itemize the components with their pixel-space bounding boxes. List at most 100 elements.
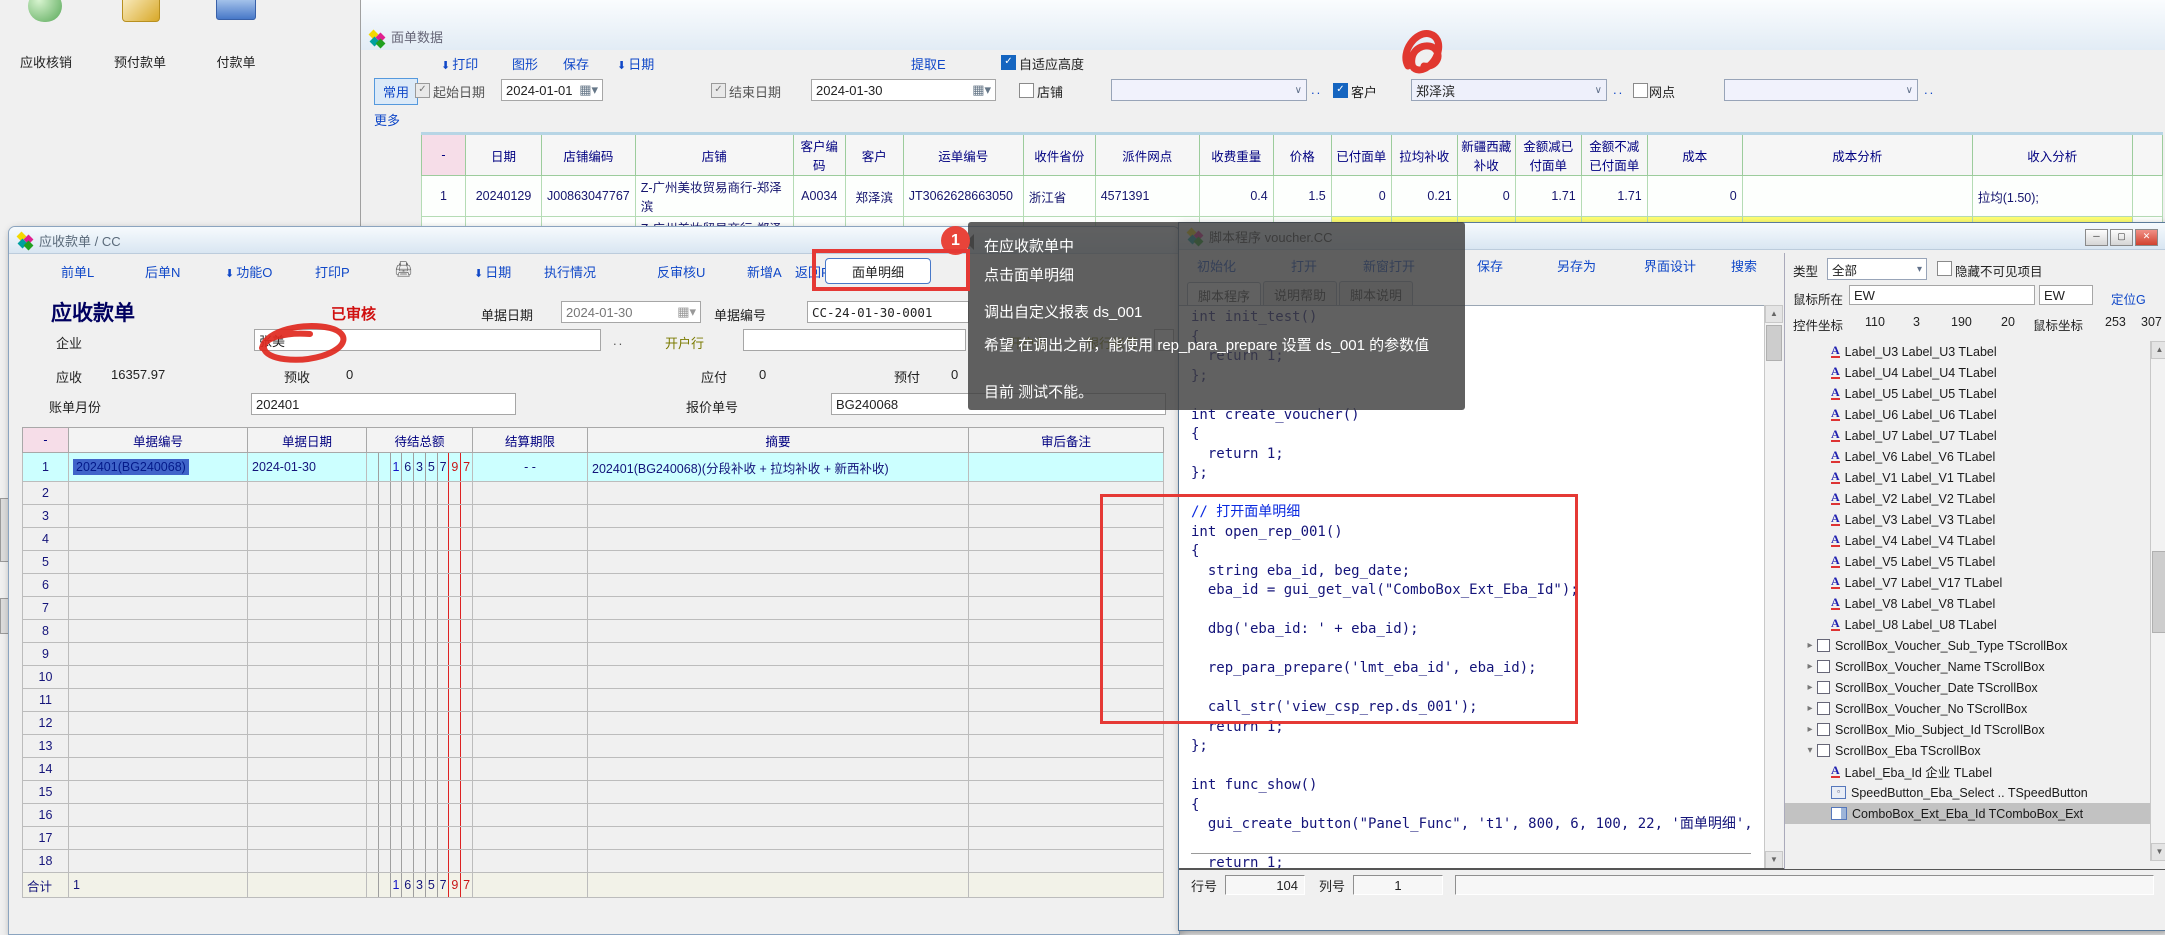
cell[interactable] [69, 505, 248, 528]
column-header[interactable] [2132, 134, 2162, 176]
cell[interactable]: 8 [23, 620, 69, 643]
table-row[interactable]: 120240129J00863047767Z-广州美妆贸易商行-郑泽滨A0034… [422, 176, 2163, 217]
cell[interactable] [69, 597, 248, 620]
cell[interactable] [69, 528, 248, 551]
cell[interactable] [473, 850, 588, 873]
cell[interactable] [248, 850, 367, 873]
outlet-checkbox[interactable] [1633, 83, 1648, 98]
column-header[interactable]: 单据编号 [69, 428, 248, 453]
amount-ledger-cell[interactable] [367, 505, 473, 528]
graph-button[interactable]: 图形 [512, 54, 538, 73]
tree-item[interactable]: ALabel_V3 Label_V3 TLabel [1785, 509, 2150, 530]
table-row[interactable]: 10 [23, 666, 1164, 689]
mouse-at-input-2[interactable]: EW [2039, 285, 2093, 305]
cell[interactable]: Z-广州美妆贸易商行-郑泽滨 [635, 176, 793, 217]
tree-item[interactable]: ALabel_V1 Label_V1 TLabel [1785, 467, 2150, 488]
cell[interactable] [473, 482, 588, 505]
prev-doc-button[interactable]: 前单L [61, 262, 94, 281]
column-header[interactable]: 结算期限 [473, 428, 588, 453]
cell[interactable]: 0 [1331, 176, 1391, 217]
cell[interactable]: 11 [23, 689, 69, 712]
cell[interactable] [69, 781, 248, 804]
column-header[interactable]: 客户编码 [793, 134, 845, 176]
cell[interactable] [248, 712, 367, 735]
outlet-combo[interactable]: ∨ [1724, 79, 1918, 101]
cell[interactable]: JT3062628663050 [903, 176, 1023, 217]
amount-ledger-cell[interactable] [367, 827, 473, 850]
cell[interactable]: 4 [23, 528, 69, 551]
cell[interactable] [248, 551, 367, 574]
tree-item[interactable]: ALabel_U4 Label_U4 TLabel [1785, 362, 2150, 383]
cell[interactable]: 1 [422, 176, 466, 217]
tree-item[interactable]: ▸ScrollBox_Voucher_Date TScrollBox [1785, 677, 2150, 698]
cell[interactable] [69, 482, 248, 505]
column-header[interactable]: 待结总额 [367, 428, 473, 453]
column-header[interactable]: 新疆西藏补收 [1457, 134, 1515, 176]
column-header[interactable]: - [422, 134, 466, 176]
amount-ledger-cell[interactable] [367, 551, 473, 574]
table-row[interactable]: 1202401(BG240068)2024-01-301635797- -202… [23, 453, 1164, 482]
column-header[interactable]: 收入分析 [1972, 134, 2132, 176]
table-row[interactable]: 15 [23, 781, 1164, 804]
amount-ledger-cell[interactable] [367, 712, 473, 735]
column-header[interactable]: 金额减已付面单 [1515, 134, 1581, 176]
save-button[interactable]: 保存 [1477, 256, 1503, 275]
cell[interactable]: - - [473, 453, 588, 482]
cell[interactable] [969, 850, 1164, 873]
print-button[interactable]: ⬇打印 [441, 54, 478, 73]
column-header[interactable]: 金额不减已付面单 [1581, 134, 1647, 176]
cell[interactable]: 拉均(1.50); [1972, 176, 2132, 217]
cell[interactable] [588, 597, 969, 620]
tree-item[interactable]: ALabel_V6 Label_V6 TLabel [1785, 446, 2150, 467]
shop-checkbox[interactable] [1019, 83, 1034, 98]
column-header[interactable]: 价格 [1273, 134, 1331, 176]
desktop-icon-label[interactable]: 预付款单 [100, 52, 180, 71]
cell[interactable]: 10 [23, 666, 69, 689]
cell[interactable] [473, 712, 588, 735]
cell[interactable]: 合计 [23, 873, 69, 898]
desktop-icon-label[interactable]: 应收核销 [6, 52, 86, 71]
next-doc-button[interactable]: 后单N [145, 262, 180, 281]
cell[interactable]: 17 [23, 827, 69, 850]
tree-item[interactable]: ComboBox_Ext_Eba_Id TComboBox_Ext [1785, 803, 2150, 824]
date-menu-button[interactable]: ⬇日期 [474, 262, 511, 281]
cell[interactable] [473, 528, 588, 551]
table-row[interactable]: 7 [23, 597, 1164, 620]
tree-item[interactable]: ALabel_U5 Label_U5 TLabel [1785, 383, 2150, 404]
month-input[interactable]: 202401 [251, 393, 516, 415]
cell[interactable] [69, 689, 248, 712]
cell[interactable] [588, 643, 969, 666]
column-header[interactable]: - [23, 428, 69, 453]
doc-date-input[interactable]: 2024-01-30▦▾ [561, 301, 701, 323]
cell[interactable]: 9 [23, 643, 69, 666]
cell[interactable] [69, 827, 248, 850]
column-header[interactable]: 拉均补收 [1391, 134, 1457, 176]
save-as-button[interactable]: 另存为 [1557, 256, 1596, 275]
amount-ledger-cell[interactable] [367, 528, 473, 551]
cell[interactable] [248, 735, 367, 758]
column-header[interactable]: 成本 [1647, 134, 1742, 176]
expand-icon[interactable]: ▸ [1803, 682, 1817, 693]
cell[interactable] [969, 758, 1164, 781]
maximize-button[interactable]: ▢ [2110, 229, 2133, 246]
cell[interactable] [69, 735, 248, 758]
table-row[interactable]: 13 [23, 735, 1164, 758]
column-header[interactable]: 收费重量 [1199, 134, 1273, 176]
amount-ledger-cell[interactable] [367, 597, 473, 620]
tree-item[interactable]: ALabel_V4 Label_V4 TLabel [1785, 530, 2150, 551]
cell[interactable] [969, 735, 1164, 758]
cell[interactable] [69, 643, 248, 666]
cell[interactable] [248, 827, 367, 850]
amount-ledger-cell[interactable] [367, 643, 473, 666]
cell[interactable]: 13 [23, 735, 69, 758]
cell[interactable] [473, 551, 588, 574]
amount-ledger-cell[interactable]: 1635797 [367, 873, 473, 898]
tree-item[interactable]: ALabel_U6 Label_U6 TLabel [1785, 404, 2150, 425]
printer-icon[interactable]: 🖨 [394, 260, 413, 278]
cell[interactable] [588, 689, 969, 712]
cell[interactable]: 0 [1457, 176, 1515, 217]
func-menu-button[interactable]: ⬇功能O [225, 262, 272, 281]
start-date-input[interactable]: 2024-01-01▦▾ [501, 79, 603, 101]
column-header[interactable]: 已付面单 [1331, 134, 1391, 176]
cell[interactable] [969, 873, 1164, 898]
